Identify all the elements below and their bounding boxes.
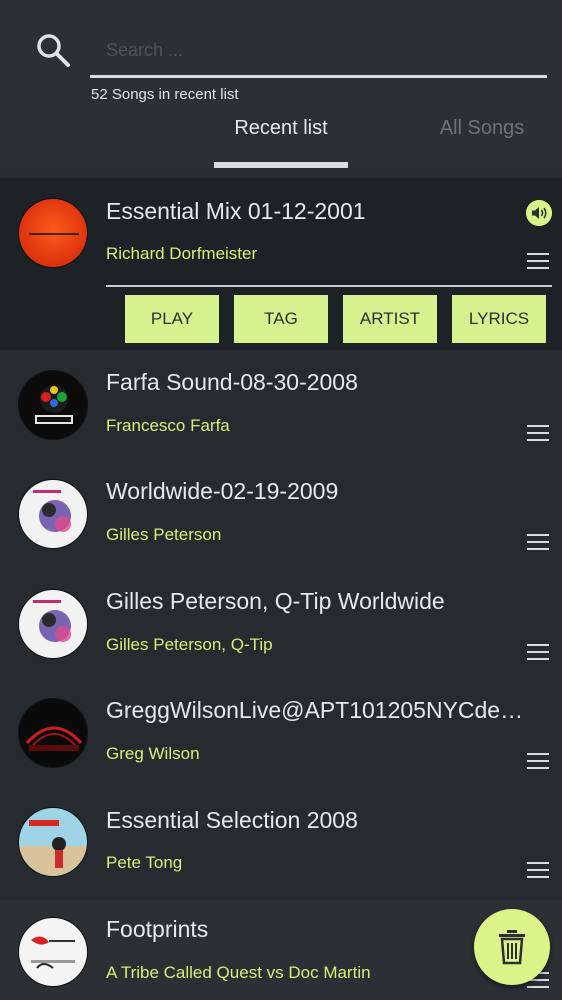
album-art (18, 698, 88, 768)
album-art (18, 917, 88, 987)
menu-icon[interactable] (527, 644, 549, 660)
lyrics-button[interactable]: LYRICS (452, 295, 546, 343)
album-art (18, 807, 88, 877)
tab-indicator (214, 162, 348, 168)
song-title[interactable]: Gilles Peterson, Q-Tip Worldwide (106, 588, 526, 615)
search-underline (90, 75, 547, 78)
header: 52 Songs in recent list Recent list All … (0, 0, 562, 168)
trash-icon (499, 930, 525, 965)
song-title[interactable]: Worldwide-02-19-2009 (106, 478, 526, 505)
search-icon[interactable] (35, 32, 71, 68)
tab-recent-list[interactable]: Recent list (214, 117, 348, 140)
menu-icon[interactable] (527, 253, 549, 269)
song-title[interactable]: Footprints (106, 916, 526, 943)
album-art (18, 479, 88, 549)
menu-icon[interactable] (527, 534, 549, 550)
song-artist[interactable]: Gilles Peterson, Q-Tip (106, 635, 273, 655)
song-title[interactable]: GreggWilsonLive@APT101205NYCdeephou... (106, 697, 526, 724)
song-artist[interactable]: A Tribe Called Quest vs Doc Martin (106, 963, 371, 983)
tab-all-songs[interactable]: All Songs (420, 117, 544, 140)
song-title[interactable]: Essential Mix 01-12-2001 (106, 198, 526, 225)
album-art (18, 198, 88, 268)
song-artist[interactable]: Greg Wilson (106, 744, 200, 764)
artist-button[interactable]: ARTIST (343, 295, 437, 343)
song-title[interactable]: Farfa Sound-08-30-2008 (106, 369, 526, 396)
menu-icon[interactable] (527, 862, 549, 878)
menu-icon[interactable] (527, 753, 549, 769)
menu-icon[interactable] (527, 425, 549, 441)
album-art (18, 370, 88, 440)
song-title[interactable]: Essential Selection 2008 (106, 807, 526, 834)
song-artist[interactable]: Gilles Peterson (106, 525, 221, 545)
delete-button[interactable] (474, 909, 550, 985)
song-artist[interactable]: Richard Dorfmeister (106, 244, 257, 264)
album-art (18, 589, 88, 659)
song-artist[interactable]: Francesco Farfa (106, 416, 230, 436)
tag-button[interactable]: TAG (234, 295, 328, 343)
play-button[interactable]: PLAY (125, 295, 219, 343)
divider (106, 285, 552, 287)
song-artist[interactable]: Pete Tong (106, 853, 182, 873)
song-count: 52 Songs in recent list (91, 86, 239, 103)
speaker-icon (526, 200, 552, 226)
search-input[interactable] (92, 30, 546, 70)
